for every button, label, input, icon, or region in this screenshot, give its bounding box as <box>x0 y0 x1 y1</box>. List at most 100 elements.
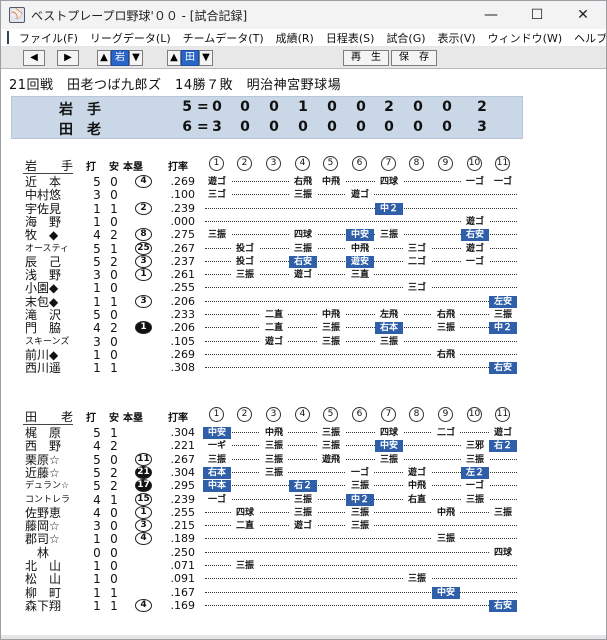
next-game-button[interactable]: ▶ <box>57 50 79 66</box>
menu-records[interactable]: 成績(R) <box>270 30 320 46</box>
player-name[interactable]: 宇佐見 <box>25 202 69 216</box>
menu-view[interactable]: 表示(V) <box>432 30 482 46</box>
player-name[interactable]: 小園◆ <box>25 281 69 295</box>
player-name[interactable]: 栗原☆ <box>25 453 69 467</box>
hits: 0 <box>110 572 118 587</box>
at-bat-result: 三振 <box>317 335 345 348</box>
at-bat-result: 四球 <box>289 229 317 242</box>
menu-game[interactable]: 試合(G) <box>380 30 431 46</box>
player-name[interactable]: 浅 野 <box>25 268 69 282</box>
at-bat-dotted-line <box>205 327 517 329</box>
player-name[interactable]: 林 <box>25 546 69 560</box>
hits: 2 <box>110 465 118 480</box>
batting-average: .269 <box>170 175 196 188</box>
inning-score: 0 <box>356 119 366 135</box>
player-name[interactable]: 近 本 <box>25 175 69 189</box>
player-name[interactable]: デュラン☆ <box>25 479 69 493</box>
player-name[interactable]: 梶 原 <box>25 426 69 440</box>
player-name[interactable]: 滝 沢 <box>25 308 69 322</box>
player-name[interactable]: 西川遥 <box>25 361 69 375</box>
at-bat-result: 中安 <box>432 586 460 599</box>
player-name[interactable]: オースティン <box>25 242 69 256</box>
team2-toggle[interactable]: 田 <box>181 50 199 66</box>
player-name[interactable]: 松 山 <box>25 572 69 586</box>
team1-toggle[interactable]: 岩 <box>111 50 129 66</box>
menu-help[interactable]: ヘルプ(H) <box>568 30 606 46</box>
maximize-button[interactable]: ☐ <box>514 1 560 29</box>
team2-down-button[interactable]: ▼ <box>199 50 213 66</box>
player-name[interactable]: コントレラス <box>25 493 69 507</box>
home-run-count: 3 <box>135 254 152 268</box>
player-name[interactable]: 辰 己 <box>25 255 69 269</box>
at-bats: 1 <box>93 281 101 296</box>
toolbar: ◀ ▶ ▲ 岩 ▼ ▲ 田 ▼ 再 生 保 存 <box>1 47 606 69</box>
player-name[interactable]: 郡司☆ <box>25 532 69 546</box>
player-row: オースティン 51 25 .267 投ゴ 三振 中飛 三ゴ 遊ゴ <box>1 241 606 256</box>
document-icon[interactable] <box>7 31 9 44</box>
at-bat-result: 遊ゴ <box>203 176 231 188</box>
team2-header: 田 老打安本塁 打率 1 2 3 4 5 6 7 8 9 10 11 <box>1 406 606 424</box>
home-run-count: 4 <box>135 532 152 546</box>
batting-average: .091 <box>170 572 196 586</box>
team1-down-button[interactable]: ▼ <box>129 50 143 66</box>
menu-team-data[interactable]: チームデータ(T) <box>177 30 270 46</box>
batting-average: .275 <box>170 228 196 242</box>
batting-average: .105 <box>170 334 196 348</box>
player-name[interactable]: 北 山 <box>25 559 69 573</box>
at-bats: 4 <box>93 492 101 507</box>
menu-window[interactable]: ウィンドウ(W) <box>482 30 568 46</box>
home-run-count: 2 <box>135 201 152 215</box>
player-row: 北 山 1 0 .071 三振 <box>1 559 606 573</box>
player-row: 辰 己 5 2 3 .237 投ゴ 右安 遊安 二ゴ 一ゴ <box>1 254 606 269</box>
at-bat-result: 三振 <box>231 269 259 282</box>
player-name[interactable]: 森下翔 <box>25 599 69 613</box>
home-run-count: 11 <box>135 452 152 466</box>
minimize-button[interactable]: — <box>468 1 514 29</box>
player-name[interactable]: 海 野 <box>25 215 69 229</box>
at-bat-result: 二ゴ <box>403 255 431 268</box>
player-name[interactable]: 中村悠 <box>25 188 69 202</box>
player-name[interactable]: 末包◆ <box>25 295 69 309</box>
player-name[interactable]: 柳 町 <box>25 586 69 600</box>
player-name[interactable]: スキーンズ☆ <box>25 335 69 349</box>
at-bat-result: 三振 <box>289 242 317 255</box>
at-bat-result: 三振 <box>260 466 288 479</box>
at-bats: 4 <box>93 505 101 520</box>
menu-file[interactable]: ファイル(F) <box>13 30 84 46</box>
close-button[interactable]: ✕ <box>560 1 606 29</box>
inning-header-3: 3 <box>266 407 281 422</box>
menu-bar: ファイル(F) リーグデータ(L) チームデータ(T) 成績(R) 日程表(S)… <box>1 29 606 47</box>
batting-average: .206 <box>170 294 196 308</box>
inning-header-4: 4 <box>295 407 310 422</box>
menu-schedule[interactable]: 日程表(S) <box>320 30 381 46</box>
player-name[interactable]: 藤岡☆ <box>25 519 69 533</box>
player-name[interactable]: 佐野恵 <box>25 506 69 520</box>
at-bat-result: 三振 <box>317 440 345 453</box>
team1-up-button[interactable]: ▲ <box>97 50 111 66</box>
inning-header-7: 7 <box>381 407 396 422</box>
hits: 0 <box>110 175 118 189</box>
batting-average: .255 <box>170 505 196 519</box>
hits: 2 <box>110 439 118 454</box>
at-bat-result: 中飛 <box>432 506 460 519</box>
home-run-count: 1 <box>135 505 152 519</box>
at-bat-result: 二ゴ <box>432 427 460 439</box>
player-name[interactable]: 牧 ◆ <box>25 228 69 242</box>
prev-game-button[interactable]: ◀ <box>23 50 45 66</box>
at-bat-result: 右安 <box>489 362 517 375</box>
menu-league-data[interactable]: リーグデータ(L) <box>84 30 177 46</box>
horizontal-scrollbar[interactable] <box>1 635 606 639</box>
player-name[interactable]: 門 脇 <box>25 321 69 335</box>
player-name[interactable]: 前川◆ <box>25 348 69 362</box>
at-bat-result: 遊ゴ <box>461 242 489 255</box>
at-bat-result: 二直 <box>260 322 288 335</box>
at-bat-result: 左２ <box>461 466 489 479</box>
player-name[interactable]: 西 野 <box>25 439 69 453</box>
hits: 1 <box>110 241 118 256</box>
player-name[interactable]: 近藤☆ <box>25 466 69 480</box>
inning-score: 2 <box>384 99 394 115</box>
replay-button[interactable]: 再 生 <box>343 50 389 66</box>
at-bat-result: 一ゴ <box>461 255 489 268</box>
team2-up-button[interactable]: ▲ <box>167 50 181 66</box>
save-button[interactable]: 保 存 <box>391 50 437 66</box>
